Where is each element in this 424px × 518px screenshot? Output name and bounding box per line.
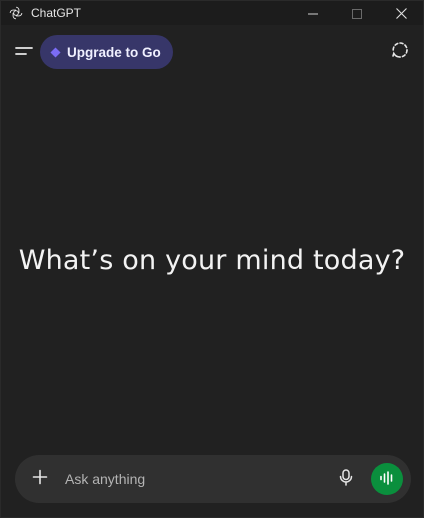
close-icon [395,4,407,23]
window-controls [291,1,423,25]
window-title: ChatGPT [31,6,82,20]
sidebar-toggle-button[interactable] [13,41,35,63]
top-toolbar: Upgrade to Go [1,35,423,69]
dictate-button[interactable] [335,468,357,490]
openai-logo-icon [9,6,23,20]
add-attachment-button[interactable] [29,468,51,490]
title-bar[interactable]: ChatGPT [1,1,423,25]
upgrade-label: Upgrade to Go [67,44,161,60]
minimize-button[interactable] [291,1,335,25]
app-window: ChatGPT Upgrade to Go What’s on your min… [0,0,424,518]
temporary-chat-button[interactable] [389,41,411,63]
diamond-icon [50,43,61,62]
message-composer [15,455,411,503]
microphone-icon [339,468,353,490]
page-title: What’s on your mind today? [18,245,406,276]
minimize-icon [308,4,318,23]
upgrade-button[interactable]: Upgrade to Go [40,35,173,69]
voice-mode-button[interactable] [371,463,403,495]
close-button[interactable] [379,1,423,25]
prompt-input[interactable] [63,458,335,500]
maximize-button[interactable] [335,1,379,25]
temporary-chat-icon [391,41,409,63]
maximize-icon [352,4,362,23]
voice-waveform-icon [379,470,395,489]
plus-icon [32,469,48,489]
sidebar-toggle-icon [15,43,33,62]
